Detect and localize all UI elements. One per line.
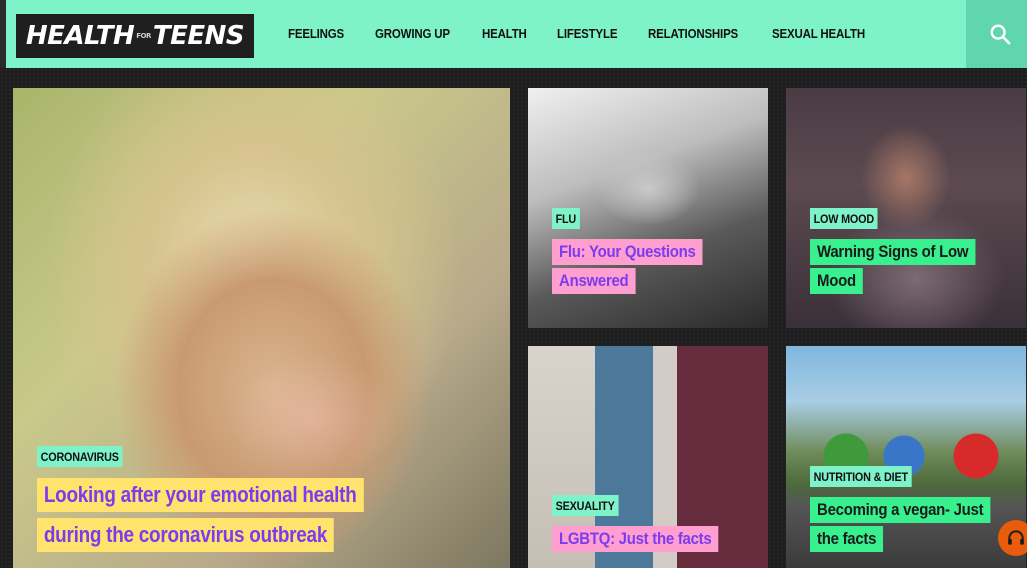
logo-text-small: FOR — [136, 31, 151, 40]
article-card-lgbtq[interactable]: SEXUALITY LGBTQ: Just the facts — [528, 346, 768, 568]
headline-line: Flu: Your Questions — [552, 239, 703, 265]
card-headline: LGBTQ: Just the facts — [552, 526, 741, 552]
article-card-flu[interactable]: FLU Flu: Your Questions Answered — [528, 88, 768, 328]
logo-text-left: HEALTH — [25, 21, 135, 51]
search-icon — [990, 24, 1010, 45]
category-tag: FLU — [552, 208, 580, 229]
nav-lifestyle[interactable]: LIFESTYLE — [557, 27, 618, 41]
logo-text-right: TEENS — [152, 21, 245, 51]
card-headline: Looking after your emotional health duri… — [37, 478, 417, 552]
card-headline: Warning Signs of Low Mood — [810, 239, 998, 294]
headline-line: Looking after your emotional health — [37, 478, 364, 512]
headline-line: Mood — [810, 268, 863, 294]
headline-line: Answered — [552, 268, 636, 294]
site-header: HEALTH FOR TEENS FEELINGS GROWING UP HEA… — [0, 0, 1027, 68]
feature-card-coronavirus[interactable]: CORONAVIRUS Looking after your emotional… — [13, 88, 510, 568]
category-tag: NUTRITION & DIET — [810, 466, 912, 487]
nav-feelings[interactable]: FEELINGS — [288, 27, 344, 41]
article-card-vegan[interactable]: NUTRITION & DIET Becoming a vegan- Just … — [786, 346, 1026, 568]
main-nav: FEELINGS GROWING UP HEALTH LIFESTYLE REL… — [288, 0, 899, 68]
headline-line: during the coronavirus outbreak — [37, 518, 334, 552]
headline-line: Warning Signs of Low — [810, 239, 976, 265]
site-logo[interactable]: HEALTH FOR TEENS — [16, 14, 254, 58]
category-tag: LOW MOOD — [810, 208, 878, 229]
category-tag: SEXUALITY — [552, 495, 619, 516]
nav-sexual-health[interactable]: SEXUAL HEALTH — [772, 27, 865, 41]
nav-health[interactable]: HEALTH — [482, 27, 527, 41]
help-button[interactable] — [998, 520, 1027, 556]
nav-relationships[interactable]: RELATIONSHIPS — [648, 27, 738, 41]
card-headline: Flu: Your Questions Answered — [552, 239, 723, 294]
nav-growing-up[interactable]: GROWING UP — [375, 27, 450, 41]
search-button[interactable] — [966, 0, 1027, 68]
article-card-low-mood[interactable]: LOW MOOD Warning Signs of Low Mood — [786, 88, 1026, 328]
headline-line: LGBTQ: Just the facts — [552, 526, 719, 552]
headset-icon — [1008, 530, 1024, 545]
headline-line: Becoming a vegan- Just — [810, 497, 991, 523]
headline-line: the facts — [810, 526, 884, 552]
card-headline: Becoming a vegan- Just the facts — [810, 497, 1015, 552]
category-tag: CORONAVIRUS — [37, 446, 123, 467]
